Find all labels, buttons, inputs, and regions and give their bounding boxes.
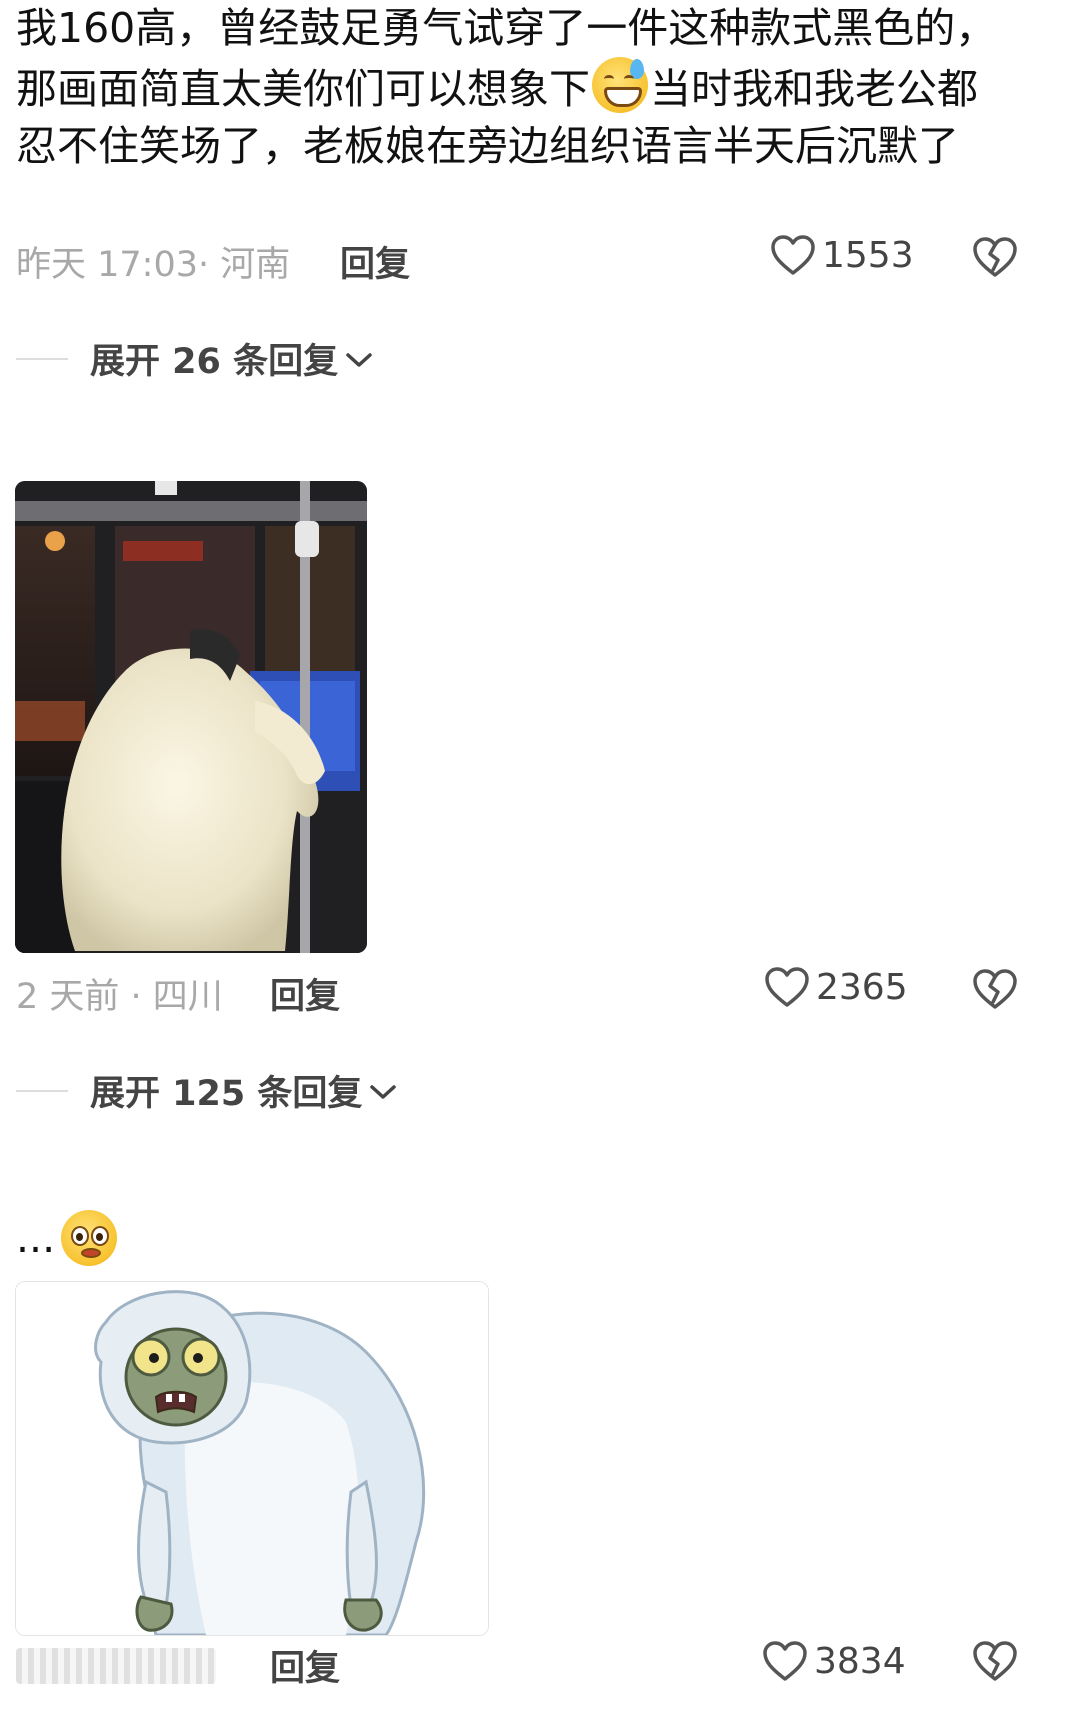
divider-line bbox=[16, 357, 68, 360]
heart-outline-icon bbox=[764, 966, 810, 1008]
comment-2-expand-label: 展开 125 条回复 bbox=[90, 1074, 363, 1114]
comment-1-dislike-button[interactable] bbox=[972, 236, 1018, 278]
yeti-zombie-cartoon[interactable] bbox=[15, 1281, 489, 1636]
heart-outline-icon bbox=[762, 1640, 808, 1682]
comment-3-dislike-button[interactable] bbox=[972, 1640, 1018, 1682]
pleading-emoji-icon bbox=[61, 1210, 118, 1266]
blurred-username bbox=[16, 1648, 216, 1684]
comment-3-text: ... bbox=[16, 1210, 118, 1266]
comment-1-reply-button[interactable]: 回复 bbox=[340, 236, 410, 287]
comment-2-reply-button[interactable]: 回复 bbox=[270, 968, 340, 1019]
broken-heart-icon bbox=[972, 236, 1018, 278]
divider-line bbox=[16, 1089, 68, 1092]
heart-outline-icon bbox=[770, 234, 816, 276]
comment-2-like-button[interactable]: 2365 bbox=[764, 966, 908, 1008]
chevron-down-icon bbox=[368, 1071, 398, 1111]
broken-heart-icon bbox=[972, 1640, 1018, 1682]
white-fluffy-coat-bus-photo[interactable] bbox=[15, 481, 367, 953]
grin-sweat-emoji-icon bbox=[592, 57, 648, 113]
comment-2-dislike-button[interactable] bbox=[972, 968, 1018, 1010]
comment-3-reply-button[interactable]: 回复 bbox=[270, 1640, 340, 1691]
comment-3-like-button[interactable]: 3834 bbox=[762, 1640, 906, 1682]
comment-2-expand-replies[interactable]: 展开 125 条回复 bbox=[16, 1065, 398, 1116]
chevron-down-icon bbox=[344, 339, 374, 379]
comment-1-like-button[interactable]: 1553 bbox=[770, 234, 914, 276]
broken-heart-icon bbox=[972, 968, 1018, 1010]
comment-2-meta: 2 天前 · 四川 bbox=[16, 977, 223, 1017]
comment-1-expand-label: 展开 26 条回复 bbox=[90, 342, 339, 382]
comment-2-like-count: 2365 bbox=[816, 966, 908, 1008]
comment-1-like-count: 1553 bbox=[822, 234, 914, 276]
comment-3-ellipsis: ... bbox=[16, 1214, 56, 1262]
comment-1-meta: 昨天 17:03· 河南 bbox=[16, 245, 291, 285]
comment-1-text: 我160高，曾经鼓足勇气试穿了一件这种款式黑色的，那画面简直太美你们可以想象下当… bbox=[16, 0, 1016, 175]
comment-1-expand-replies[interactable]: 展开 26 条回复 bbox=[16, 333, 374, 384]
comment-3-like-count: 3834 bbox=[814, 1640, 906, 1682]
